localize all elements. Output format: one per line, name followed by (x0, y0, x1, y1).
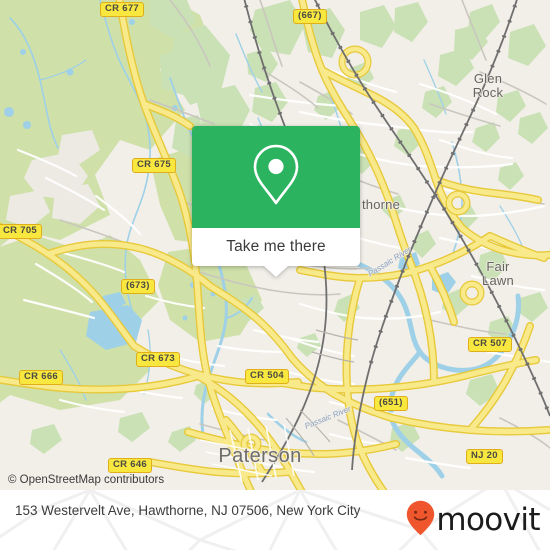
address-text: 153 Westervelt Ave, Hawthorne, NJ 07506,… (15, 503, 361, 518)
moovit-wordmark: moovit (436, 501, 540, 538)
map-pin-icon (248, 142, 304, 213)
poi-card-action[interactable]: Take me there (192, 228, 360, 277)
road-shield: CR 504 (245, 369, 290, 384)
poi-callout-card[interactable]: Take me there (192, 126, 360, 277)
moovit-logo[interactable]: moovit (406, 500, 541, 538)
road-shield: (651) (374, 396, 408, 411)
moovit-map-screenshot: Glen Rock Fair Lawn thorne Paterson Pass… (0, 0, 550, 550)
take-me-there-label: Take me there (226, 238, 326, 255)
footer-bar: 153 Westervelt Ave, Hawthorne, NJ 07506,… (0, 490, 550, 550)
road-shield: CR 646 (108, 458, 153, 473)
osm-attribution[interactable]: © OpenStreetMap contributors (8, 474, 164, 486)
road-shield: CR 677 (100, 2, 145, 17)
road-shield: NJ 20 (466, 449, 503, 464)
road-shield: CR 705 (0, 224, 43, 239)
road-shield: CR 507 (468, 337, 513, 352)
road-shield: (667) (293, 9, 327, 24)
map-canvas[interactable]: Glen Rock Fair Lawn thorne Paterson Pass… (0, 0, 550, 490)
callout-tail (264, 266, 288, 277)
road-shield: CR 666 (19, 370, 64, 385)
footer-content: 153 Westervelt Ave, Hawthorne, NJ 07506,… (0, 490, 550, 550)
poi-card-icon-area (192, 126, 360, 228)
moovit-smiley-pin-icon (406, 500, 435, 541)
road-shield: (673) (121, 279, 155, 294)
road-shield: CR 673 (136, 352, 181, 367)
road-shield: CR 675 (132, 158, 177, 173)
